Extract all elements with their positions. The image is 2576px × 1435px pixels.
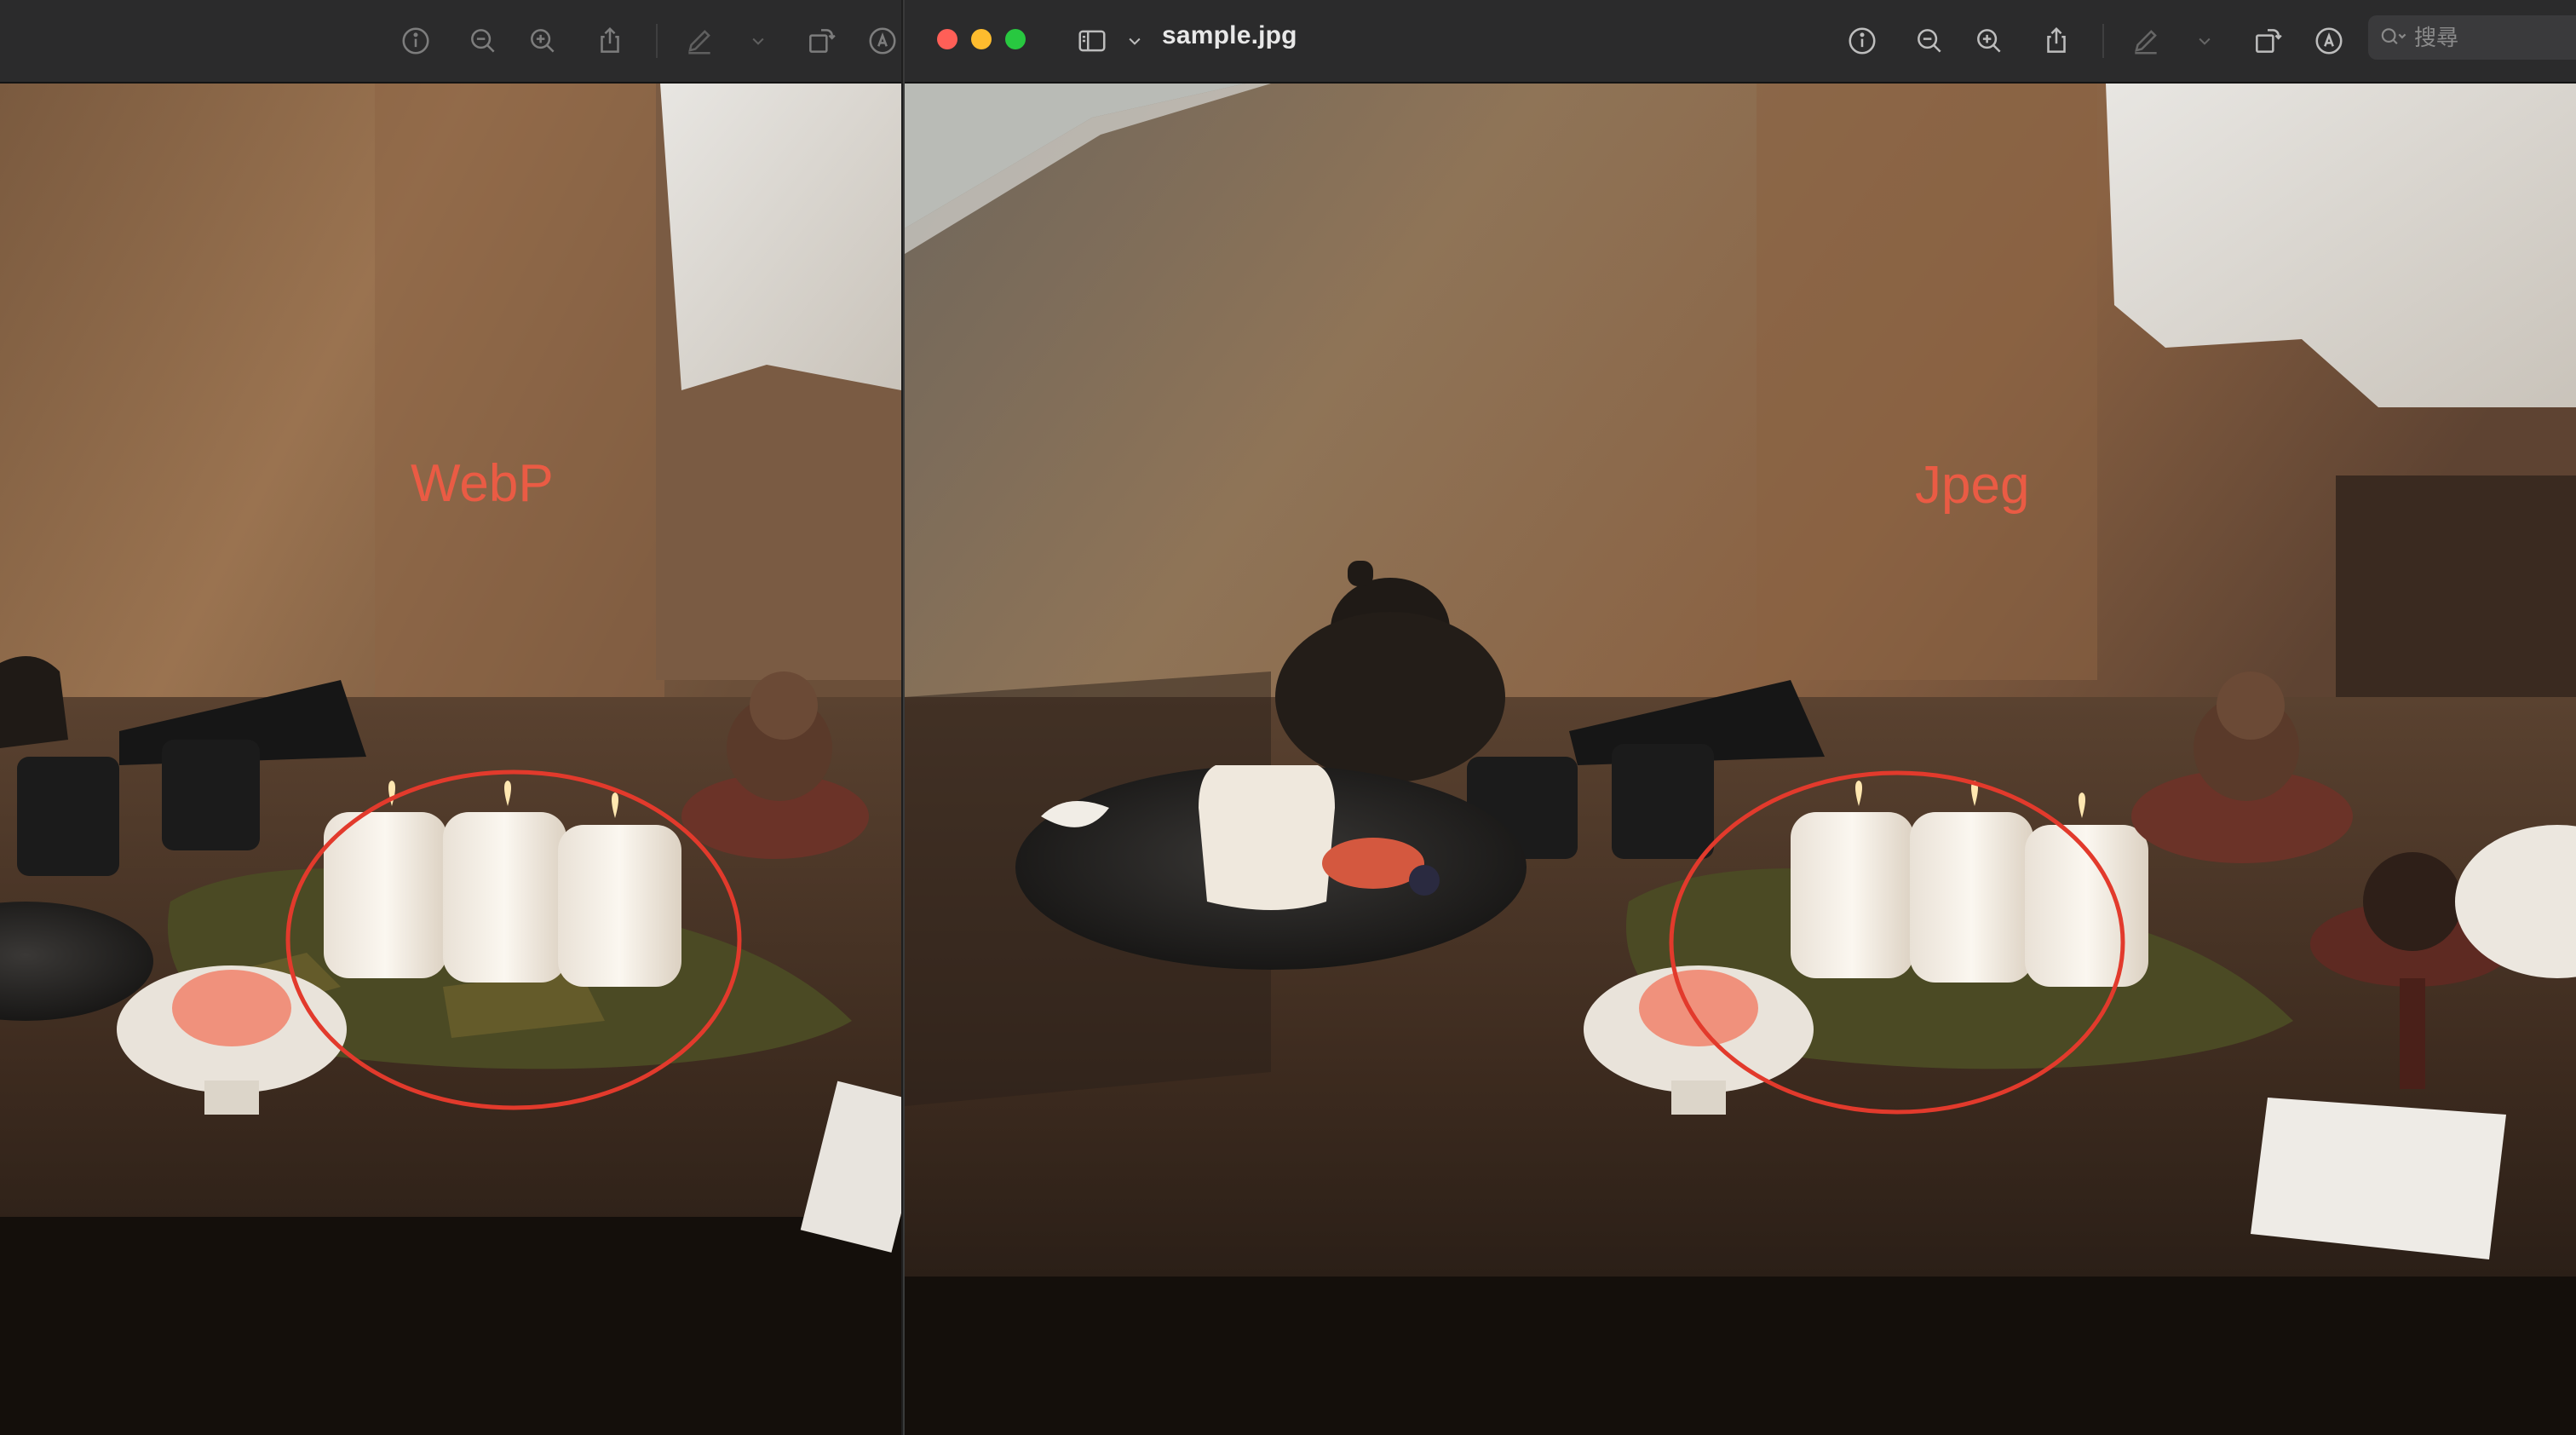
jpeg-photo	[905, 84, 2576, 1435]
left-preview-window: WebP	[0, 0, 901, 1435]
zoom-button[interactable]	[1005, 29, 1026, 49]
zoom-out-icon[interactable]	[461, 19, 505, 63]
markup-pen-icon[interactable]	[677, 19, 722, 63]
annotate-icon[interactable]	[2307, 19, 2351, 63]
chevron-down-icon[interactable]	[1113, 19, 1157, 63]
document-title: sample.jpg	[1162, 21, 1297, 49]
search-field[interactable]	[2368, 15, 2576, 60]
share-icon[interactable]	[588, 19, 632, 63]
jpeg-label: Jpeg	[1915, 456, 2030, 515]
info-icon[interactable]	[394, 19, 438, 63]
chevron-down-icon[interactable]	[2182, 19, 2227, 63]
markup-pen-icon[interactable]	[2124, 19, 2168, 63]
info-icon[interactable]	[1840, 19, 1884, 63]
zoom-in-icon[interactable]	[520, 19, 565, 63]
sidebar-toggle-icon[interactable]	[1070, 19, 1114, 63]
annotate-icon[interactable]	[860, 19, 901, 63]
rotate-icon[interactable]	[799, 19, 843, 63]
share-icon[interactable]	[2034, 19, 2079, 63]
right-preview-window: sample.jpg 搜尋 Jpeg	[903, 0, 2576, 1435]
rotate-icon[interactable]	[2245, 19, 2290, 63]
zoom-out-icon[interactable]	[1907, 19, 1952, 63]
webp-photo	[0, 84, 901, 1435]
chevron-down-icon[interactable]	[736, 19, 780, 63]
webp-image-view	[0, 84, 901, 1435]
webp-label: WebP	[411, 454, 554, 513]
zoom-in-icon[interactable]	[1967, 19, 2011, 63]
minimize-button[interactable]	[971, 29, 992, 49]
left-toolbar	[0, 0, 901, 84]
search-input[interactable]	[2412, 23, 2569, 52]
search-icon	[2381, 28, 2406, 45]
close-button[interactable]	[937, 29, 957, 49]
right-toolbar: sample.jpg	[905, 0, 2576, 84]
jpeg-image-view	[905, 84, 2576, 1435]
